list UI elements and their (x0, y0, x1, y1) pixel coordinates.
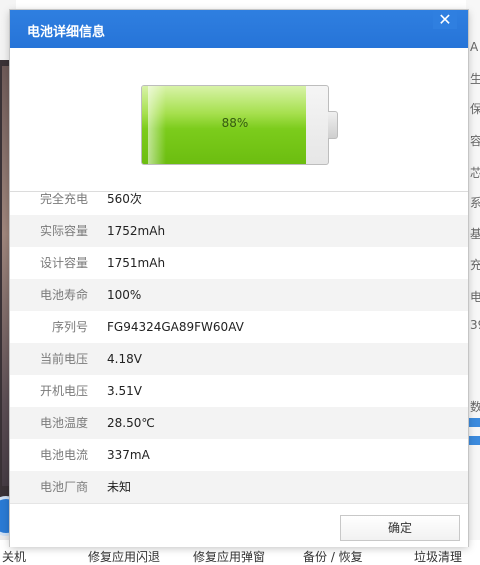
info-row-boot-voltage: 开机电压 3.51V (10, 375, 468, 407)
dialog-titlebar[interactable]: 电池详细信息 ✕ (10, 10, 468, 48)
info-row-full-charge: 完全充电 560次 (10, 183, 468, 215)
info-row-temperature: 电池温度 28.50℃ (10, 407, 468, 439)
info-label: 实际容量 (39, 224, 88, 238)
info-value: 337mA (107, 448, 150, 462)
info-value: 1752mAh (107, 224, 166, 238)
background-toolbar-item[interactable]: 关机 (2, 548, 26, 565)
background-info-label: 39 (470, 318, 480, 332)
battery-icon: 88% (141, 85, 329, 165)
info-label: 序列号 (51, 320, 88, 334)
info-label: 电池温度 (39, 416, 88, 430)
background-section-title: 数 (470, 400, 480, 414)
info-value: 3.51V (107, 384, 142, 398)
info-value: 100% (107, 288, 142, 302)
info-label: 电池厂商 (39, 480, 88, 494)
info-value: FG94324GA89FW60AV (107, 320, 244, 334)
background-info-label: 系 (470, 196, 480, 210)
background-info-label: A (470, 40, 479, 54)
background-info-label: 基 (470, 227, 480, 241)
info-value: 未知 (107, 480, 132, 494)
info-row-current-voltage: 当前电压 4.18V (10, 343, 468, 375)
background-toolbar-item[interactable]: 修复应用闪退 (88, 548, 160, 565)
ok-button[interactable]: 确定 (340, 515, 460, 541)
info-value: 28.50℃ (107, 416, 155, 430)
background-info-label: 电 (470, 290, 480, 304)
dialog-title: 电池详细信息 (27, 25, 106, 40)
info-label: 电池电流 (39, 448, 88, 462)
close-icon[interactable]: ✕ (433, 11, 457, 29)
battery-percent-label: 88% (221, 116, 249, 130)
info-row-actual-capacity: 实际容量 1752mAh (10, 215, 468, 247)
background-info-label: 充 (470, 258, 480, 272)
background-toolbar-item[interactable]: 备份 / 恢复 (303, 548, 363, 565)
info-row-current: 电池电流 337mA (10, 439, 468, 471)
info-value: 4.18V (107, 352, 142, 366)
background-progress-bar (469, 418, 480, 427)
background-info-label: 保 (470, 102, 480, 116)
dialog-footer: 确定 (10, 503, 468, 547)
battery-graphic-area: 88% (10, 48, 468, 192)
info-label: 完全充电 (39, 192, 88, 206)
background-info-label: 生 (470, 72, 480, 86)
info-label: 当前电压 (39, 352, 88, 366)
background-toolbar-item[interactable]: 垃圾清理 (414, 548, 462, 565)
background-toolbar-item[interactable]: 修复应用弹窗 (193, 548, 265, 565)
battery-info-list: 完全充电 560次 实际容量 1752mAh 设计容量 1751mAh 电池寿命… (10, 183, 468, 503)
info-row-battery-life: 电池寿命 100% (10, 279, 468, 311)
info-row-manufacturer: 电池厂商 未知 (10, 471, 468, 503)
background-progress-bar (469, 436, 480, 445)
background-info-label: 芯 (470, 166, 480, 180)
info-label: 设计容量 (39, 256, 88, 270)
info-value: 1751mAh (107, 256, 166, 270)
info-row-design-capacity: 设计容量 1751mAh (10, 247, 468, 279)
battery-details-dialog: 电池详细信息 ✕ 88% 完全充电 560次 实际容量 1752mAh 设计容量… (10, 10, 468, 547)
info-label: 电池寿命 (39, 288, 88, 302)
info-value: 560次 (107, 192, 142, 206)
info-label: 开机电压 (39, 384, 88, 398)
battery-terminal (328, 111, 338, 139)
info-row-serial-number: 序列号 FG94324GA89FW60AV (10, 311, 468, 343)
background-info-label: 容 (470, 134, 480, 148)
